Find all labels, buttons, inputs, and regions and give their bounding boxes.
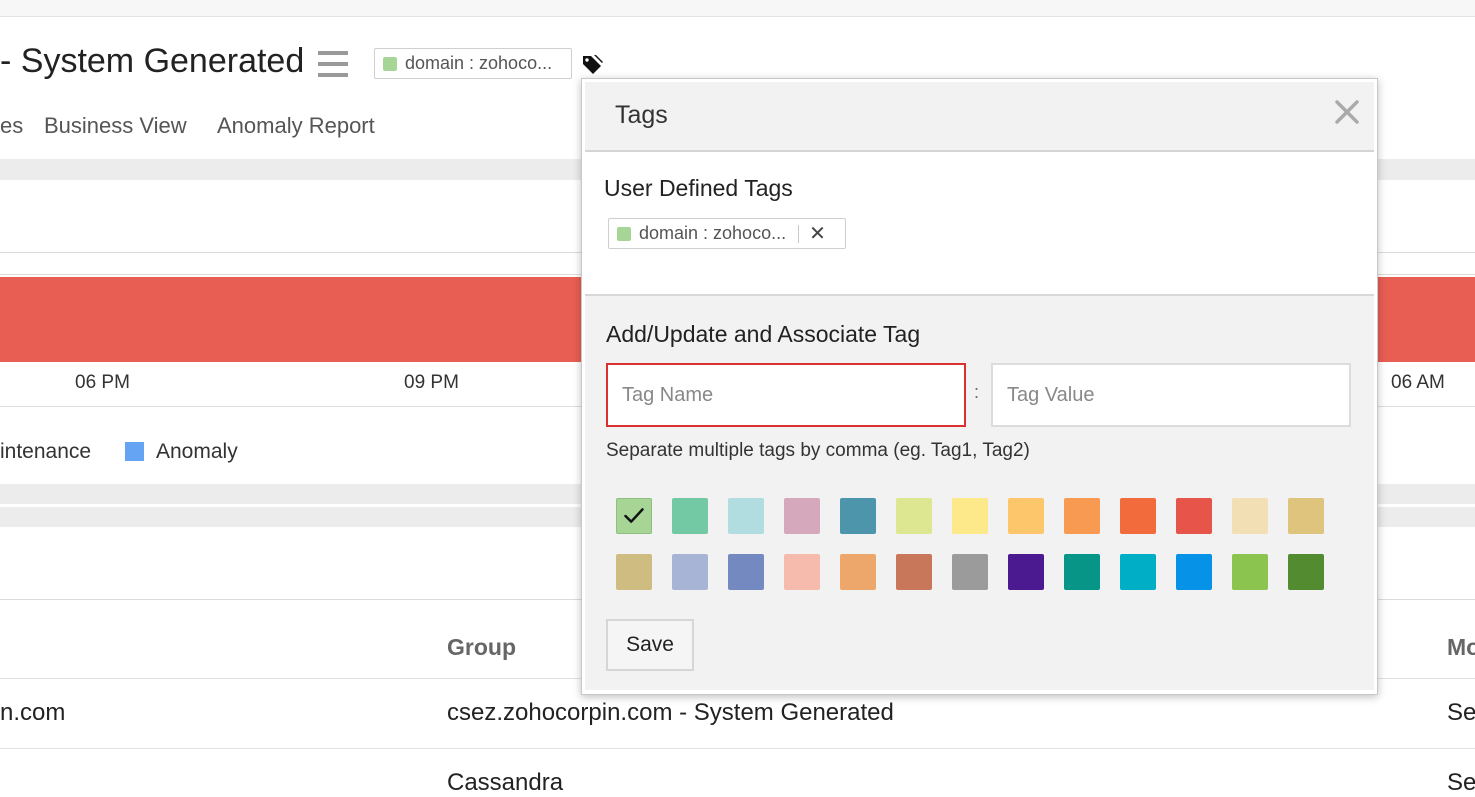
color-swatch[interactable] <box>1232 554 1268 590</box>
legend-anomaly: Anomaly <box>156 440 238 463</box>
add-tag-section: Add/Update and Associate Tag : Separate … <box>585 294 1374 690</box>
row-divider <box>0 748 1475 749</box>
color-swatch[interactable] <box>1120 554 1156 590</box>
user-tag-label: domain : zohoco... <box>639 223 787 243</box>
color-swatch[interactable] <box>672 498 708 534</box>
user-defined-tags-title: User Defined Tags <box>604 175 793 201</box>
color-swatch[interactable] <box>1120 498 1156 534</box>
color-swatch[interactable] <box>952 498 988 534</box>
tag-name-input[interactable] <box>606 363 966 427</box>
subnav-item-business-view[interactable]: Business View <box>44 113 187 139</box>
color-swatch[interactable] <box>1008 498 1044 534</box>
table-cell-mo: Se <box>1447 769 1475 796</box>
close-icon[interactable] <box>1329 94 1365 130</box>
color-swatch[interactable] <box>728 554 764 590</box>
dialog-title: Tags <box>615 101 668 129</box>
subnav-item-anomaly-report[interactable]: Anomaly Report <box>217 113 375 139</box>
dialog-header: Tags <box>585 82 1374 152</box>
tag-hint-text: Separate multiple tags by comma (eg. Tag… <box>606 440 1030 461</box>
chip-separator <box>798 224 800 243</box>
name-value-separator: : <box>974 382 980 402</box>
tag-color-swatch <box>383 56 397 71</box>
tags-dialog: Tags User Defined Tags domain : zohoco..… <box>581 78 1378 695</box>
color-swatch[interactable] <box>1288 554 1324 590</box>
tag-color-swatch <box>617 226 631 241</box>
time-label: 06 PM <box>75 372 130 393</box>
table-cell-group[interactable]: csez.zohocorpin.com - System Generated <box>447 699 894 727</box>
header-tag-label: domain : zohoco... <box>405 53 553 73</box>
color-swatch[interactable] <box>1232 498 1268 534</box>
color-swatch[interactable] <box>1176 498 1212 534</box>
table-cell-group[interactable]: Cassandra <box>447 769 563 797</box>
user-tag-chip[interactable]: domain : zohoco... ✕ <box>608 218 846 249</box>
color-swatch[interactable] <box>1008 554 1044 590</box>
color-swatch[interactable] <box>784 498 820 534</box>
legend-maintenance: intenance <box>0 440 92 463</box>
time-label: 06 AM <box>1391 372 1445 393</box>
remove-tag-icon[interactable]: ✕ <box>809 221 826 246</box>
column-header-group[interactable]: Group <box>447 634 516 661</box>
header-tag-chip[interactable]: domain : zohoco... <box>374 48 572 79</box>
color-swatch[interactable] <box>672 554 708 590</box>
check-icon <box>624 508 644 523</box>
color-swatch[interactable] <box>840 554 876 590</box>
color-swatch[interactable] <box>896 498 932 534</box>
color-swatch[interactable] <box>728 498 764 534</box>
color-swatch[interactable] <box>616 554 652 590</box>
color-swatch[interactable] <box>840 498 876 534</box>
page-title: - System Generated <box>0 42 305 80</box>
table-cell-mo: Se <box>1447 699 1475 726</box>
color-swatch[interactable] <box>1064 554 1100 590</box>
color-swatch[interactable] <box>952 554 988 590</box>
color-swatch[interactable] <box>896 554 932 590</box>
save-button[interactable]: Save <box>606 619 694 671</box>
subnav-item-services[interactable]: es <box>0 113 23 139</box>
tag-icon[interactable] <box>580 52 604 76</box>
tag-value-input[interactable] <box>991 363 1351 427</box>
color-swatch[interactable] <box>784 554 820 590</box>
color-swatch[interactable] <box>1064 498 1100 534</box>
color-swatch[interactable] <box>1288 498 1324 534</box>
color-swatch[interactable] <box>616 498 652 534</box>
menu-icon[interactable] <box>318 51 348 77</box>
table-cell-name[interactable]: n.com <box>0 699 65 727</box>
time-label: 09 PM <box>404 372 459 393</box>
legend-anomaly-swatch <box>125 442 144 461</box>
column-header-mo[interactable]: Mo <box>1447 634 1475 661</box>
add-tag-title: Add/Update and Associate Tag <box>606 321 921 347</box>
top-bar <box>0 0 1475 17</box>
color-swatch[interactable] <box>1176 554 1212 590</box>
